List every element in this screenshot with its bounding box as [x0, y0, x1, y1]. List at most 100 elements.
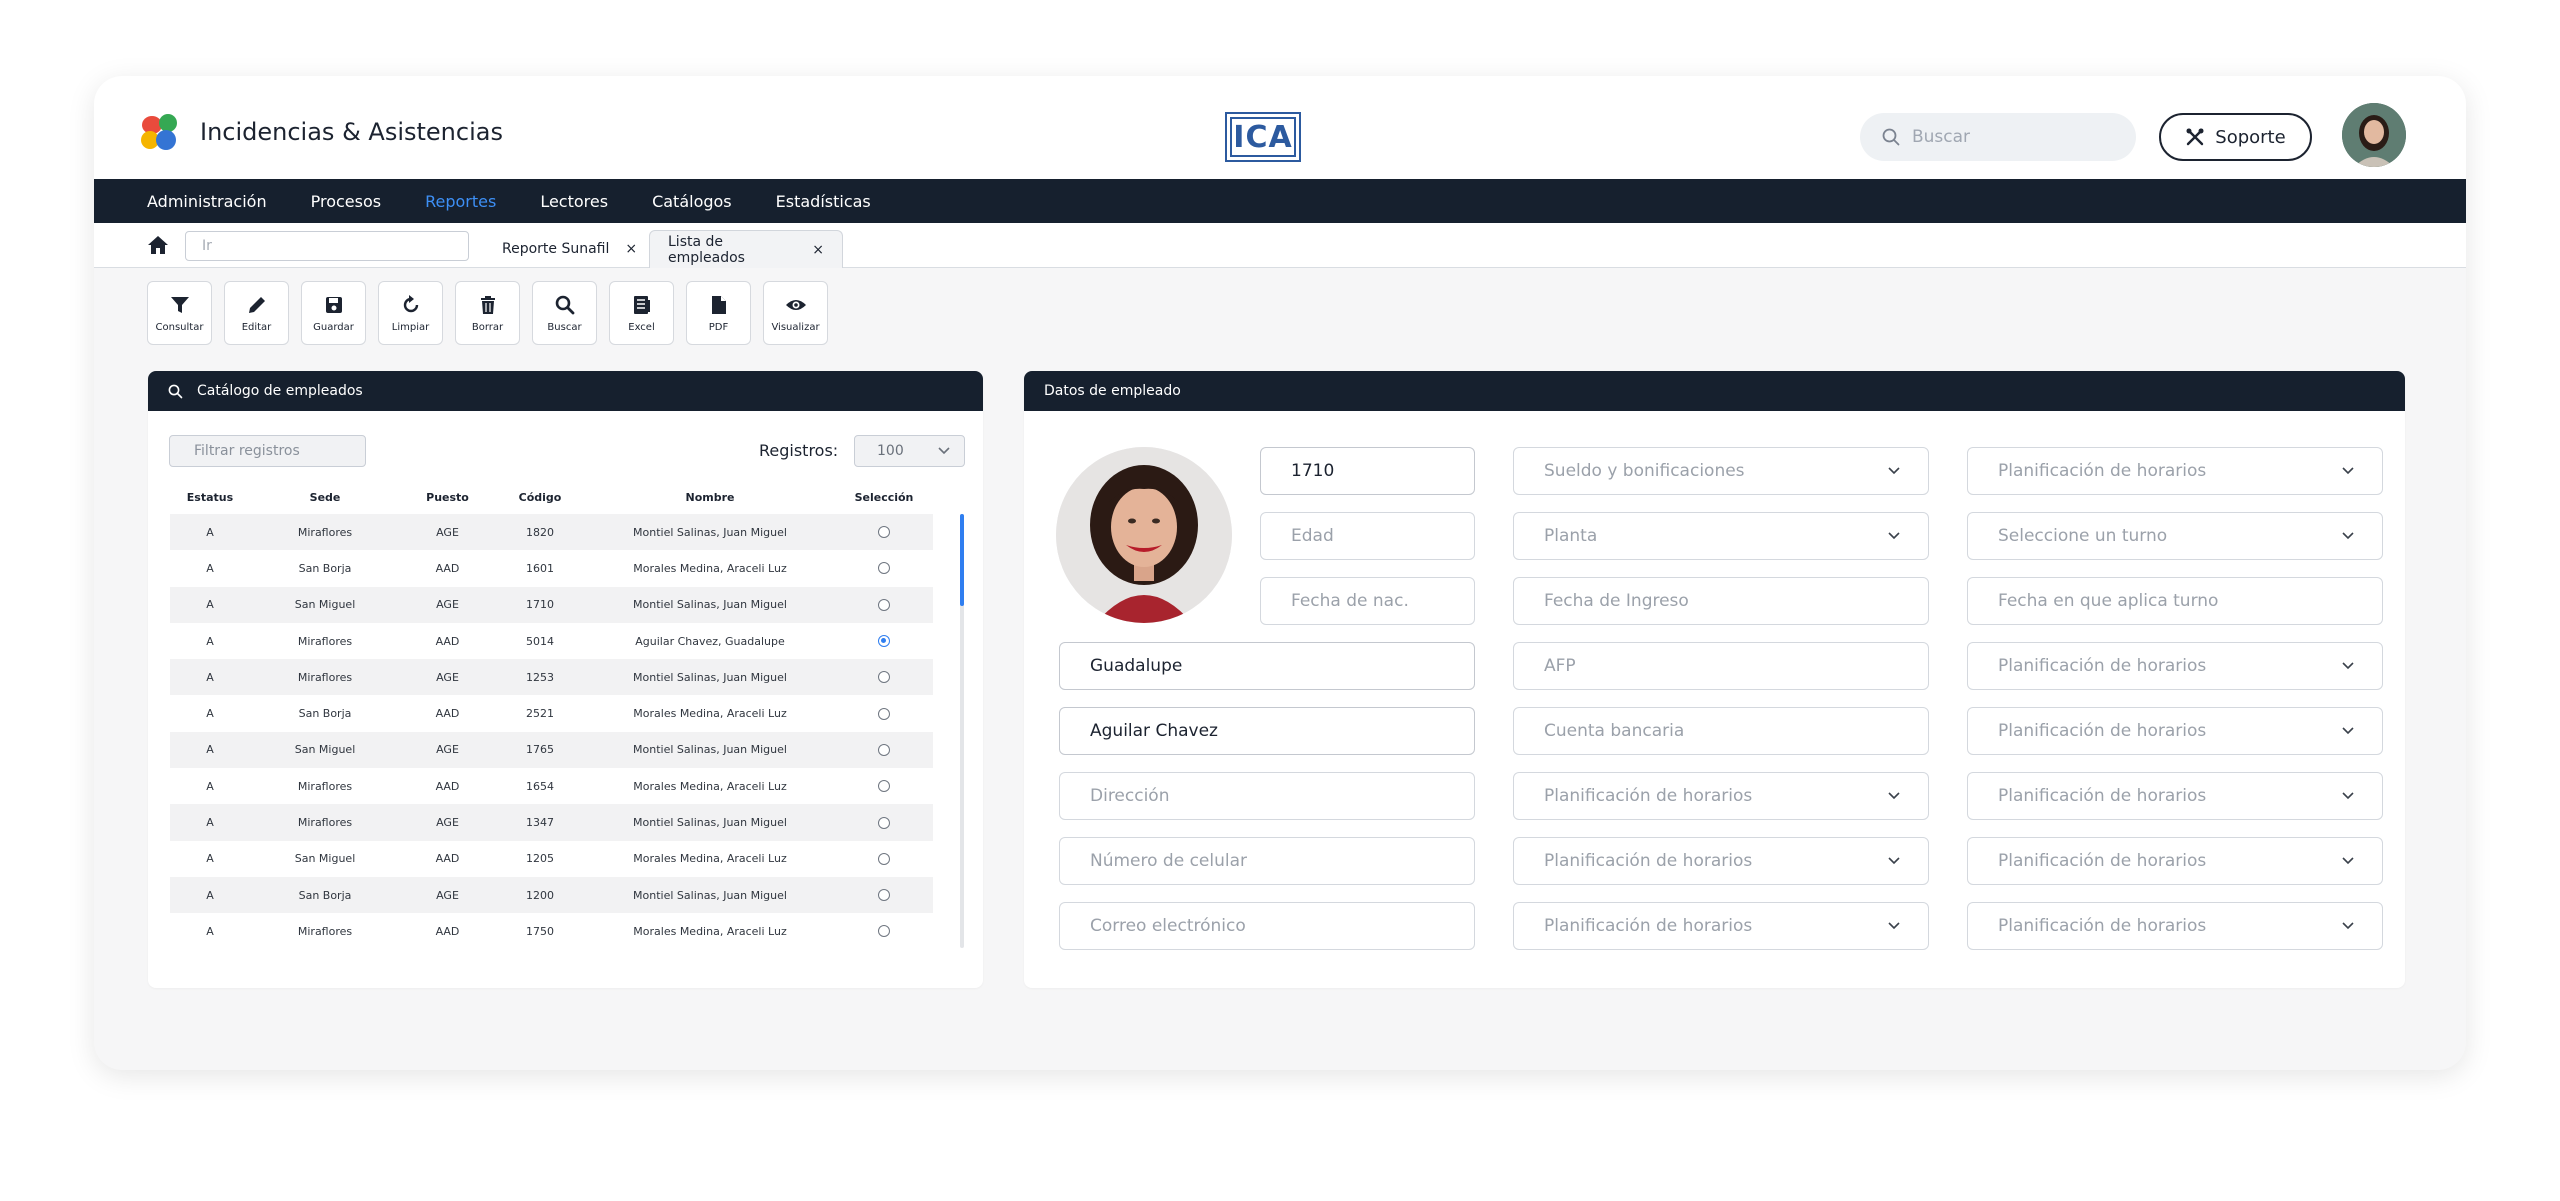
select-radio[interactable]	[878, 816, 890, 829]
select-radio[interactable]	[878, 925, 890, 938]
home-icon[interactable]	[147, 234, 169, 256]
field-label: Fecha de Ingreso	[1544, 591, 1689, 611]
col-estatus[interactable]: Estatus	[170, 491, 250, 504]
select-radio[interactable]	[878, 598, 890, 611]
field-col2-2[interactable]: Fecha de Ingreso	[1513, 577, 1929, 625]
table-row[interactable]: A Miraflores AAD 5014 Aguilar Chavez, Guadal…	[170, 623, 933, 659]
select-col2-7[interactable]: Planificación de horarios	[1513, 902, 1929, 950]
tab-reporte-sunafil[interactable]: Reporte Sunafil ×	[484, 230, 655, 268]
search-box[interactable]	[1860, 113, 2136, 161]
goto-input[interactable]	[185, 231, 469, 261]
nav-item-reportes[interactable]: Reportes	[425, 192, 496, 211]
field-label: Planta	[1544, 526, 1598, 546]
cell-nombre: Aguilar Chavez, Guadalupe	[635, 634, 785, 648]
select-radio[interactable]	[878, 743, 890, 756]
table-row[interactable]: A Miraflores AAD 1750 Morales Medina, Aracel…	[170, 913, 933, 948]
cell-estatus: A	[206, 852, 214, 866]
eye-icon	[785, 299, 806, 310]
select-col3-5[interactable]: Planificación de horarios	[1967, 772, 2383, 820]
borrar-button[interactable]: Borrar	[455, 281, 520, 345]
visualizar-button[interactable]: Visualizar	[763, 281, 828, 345]
limpiar-button[interactable]: Limpiar	[378, 281, 443, 345]
excel-button[interactable]: Excel	[609, 281, 674, 345]
field-col2-3[interactable]: AFP	[1513, 642, 1929, 690]
cell-puesto: AGE	[436, 598, 459, 612]
col-sede[interactable]: Sede	[250, 491, 400, 504]
nombre-field[interactable]: Guadalupe	[1059, 642, 1475, 690]
nav-item-procesos[interactable]: Procesos	[311, 192, 381, 211]
cell-seleccion	[835, 816, 933, 829]
select-col3-6[interactable]: Planificación de horarios	[1967, 837, 2383, 885]
field-col2-4[interactable]: Cuenta bancaria	[1513, 707, 1929, 755]
select-radio[interactable]	[878, 671, 890, 684]
table-row[interactable]: A San Borja AAD 1601 Morales Medina, Araceli…	[170, 550, 933, 586]
select-col2-0[interactable]: Sueldo y bonificaciones	[1513, 447, 1929, 495]
cell-estatus: A	[206, 670, 214, 684]
direccion-field[interactable]: Dirección	[1059, 772, 1475, 820]
pdf-button[interactable]: PDF	[686, 281, 751, 345]
buscar-button[interactable]: Buscar	[532, 281, 597, 345]
select-col3-4[interactable]: Planificación de horarios	[1967, 707, 2383, 755]
col-seleccion[interactable]: Selección	[835, 491, 933, 504]
fecha-nac-field[interactable]: Fecha de nac.	[1260, 577, 1475, 625]
select-col3-3[interactable]: Planificación de horarios	[1967, 642, 2383, 690]
table-row[interactable]: A Miraflores AAD 1654 Morales Medina, Aracel…	[170, 768, 933, 804]
nav-item-estadisticas[interactable]: Estadísticas	[776, 192, 871, 211]
select-col2-5[interactable]: Planificación de horarios	[1513, 772, 1929, 820]
apellidos-field[interactable]: Aguilar Chavez	[1059, 707, 1475, 755]
col-puesto[interactable]: Puesto	[400, 491, 495, 504]
registros-select[interactable]: 100	[854, 435, 965, 467]
select-col3-0[interactable]: Planificación de horarios	[1967, 447, 2383, 495]
spreadsheet-icon	[633, 295, 650, 314]
filter-icon	[170, 296, 189, 313]
cell-nombre: Montiel Salinas, Juan Miguel	[633, 525, 787, 539]
edad-field[interactable]: Edad	[1260, 512, 1475, 560]
select-col2-6[interactable]: Planificación de horarios	[1513, 837, 1929, 885]
search-input[interactable]	[1912, 127, 2112, 147]
select-col3-1[interactable]: Seleccione un turno	[1967, 512, 2383, 560]
table-row[interactable]: A San Miguel AGE 1765 Montiel Salinas, Juan …	[170, 731, 933, 769]
cell-nombre: Morales Medina, Araceli Luz	[633, 924, 787, 938]
select-col3-7[interactable]: Planificación de horarios	[1967, 902, 2383, 950]
user-avatar[interactable]	[2342, 103, 2406, 167]
celular-field[interactable]: Número de celular	[1059, 837, 1475, 885]
table-row[interactable]: A Miraflores AGE 1347 Montiel Salinas, Juan …	[170, 804, 933, 841]
table-row[interactable]: A San Miguel AGE 1710 Montiel Salinas, Juan …	[170, 586, 933, 623]
filter-input[interactable]	[169, 435, 366, 467]
scrollbar-thumb[interactable]	[960, 514, 964, 606]
nav-item-catalogos[interactable]: Catálogos	[652, 192, 732, 211]
select-radio[interactable]	[878, 562, 890, 575]
table-row[interactable]: A San Borja AGE 1200 Montiel Salinas, Juan M…	[170, 876, 933, 914]
table-row[interactable]: A Miraflores AGE 1253 Montiel Salinas, Juan …	[170, 659, 933, 696]
nav-item-administracion[interactable]: Administración	[147, 192, 267, 211]
select-radio[interactable]	[878, 889, 890, 902]
guardar-button[interactable]: Guardar	[301, 281, 366, 345]
cell-sede: Miraflores	[297, 670, 353, 684]
edad-placeholder: Edad	[1291, 526, 1334, 546]
table-scrollbar[interactable]	[960, 514, 964, 948]
employee-photo	[1056, 447, 1232, 623]
editar-button[interactable]: Editar	[224, 281, 289, 345]
select-radio[interactable]	[878, 707, 890, 720]
support-button[interactable]: Soporte	[2159, 113, 2312, 161]
select-radio[interactable]	[878, 526, 890, 539]
close-icon[interactable]: ×	[625, 241, 637, 257]
close-icon[interactable]: ×	[812, 242, 824, 258]
table-row[interactable]: A San Borja AAD 2521 Morales Medina, Araceli…	[170, 695, 933, 731]
table-row[interactable]: A San Miguel AAD 1205 Morales Medina, Aracel…	[170, 841, 933, 877]
select-radio[interactable]	[878, 852, 890, 865]
correo-field[interactable]: Correo electrónico	[1059, 902, 1475, 950]
codigo-field[interactable]: 1710	[1260, 447, 1475, 495]
consultar-label: Consultar	[155, 321, 204, 333]
col-nombre[interactable]: Nombre	[585, 491, 835, 504]
select-radio[interactable]	[878, 635, 890, 648]
select-col2-1[interactable]: Planta	[1513, 512, 1929, 560]
table-row[interactable]: A Miraflores AGE 1820 Montiel Salinas, Juan …	[170, 514, 933, 551]
cell-nombre: Montiel Salinas, Juan Miguel	[633, 888, 787, 902]
tab-lista-de-empleados[interactable]: Lista de empleados ×	[649, 230, 843, 268]
select-radio[interactable]	[878, 780, 890, 793]
consultar-button[interactable]: Consultar	[147, 281, 212, 345]
col-codigo[interactable]: Código	[495, 491, 585, 504]
nav-item-lectores[interactable]: Lectores	[540, 192, 608, 211]
field-col3-2[interactable]: Fecha en que aplica turno	[1967, 577, 2383, 625]
